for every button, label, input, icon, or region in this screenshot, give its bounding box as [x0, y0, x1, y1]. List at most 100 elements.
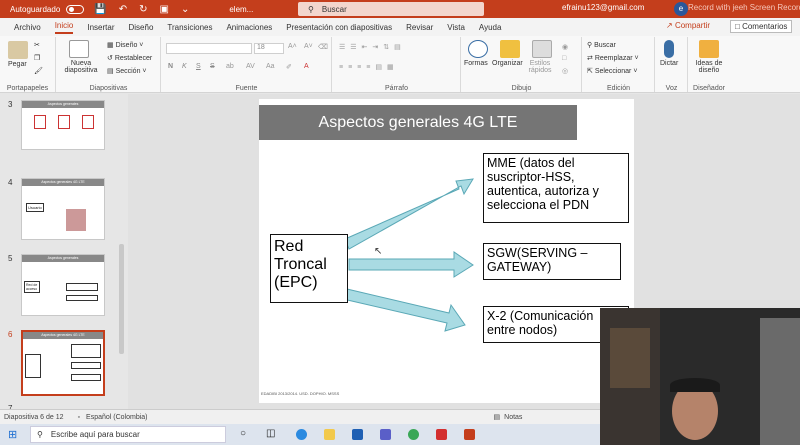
cortana-icon[interactable]: ○	[240, 428, 246, 439]
file-explorer-icon[interactable]	[324, 429, 335, 440]
epc-box[interactable]: Red Troncal (EPC)	[270, 234, 348, 303]
design-ideas-icon[interactable]	[699, 40, 719, 58]
thumb-title: Aspectos generales 4G LTE	[23, 332, 103, 339]
format-painter-icon[interactable]: 🖌	[34, 67, 43, 75]
thumb-shape	[82, 115, 94, 129]
select-button[interactable]: ⇱ Seleccionar ˅	[587, 67, 637, 75]
tab-animaciones[interactable]: Animaciones	[226, 23, 272, 32]
quick-styles-icon[interactable]	[532, 40, 552, 58]
thumb-image	[66, 209, 86, 231]
italic-button[interactable]: K	[182, 63, 187, 70]
fill-icon[interactable]: ◉	[562, 43, 568, 51]
task-view-icon[interactable]: ◫	[266, 428, 275, 439]
shrink-font-icon[interactable]: A˅	[304, 43, 313, 50]
taskbar-search[interactable]: ⚲ Escribe aquí para buscar	[30, 426, 226, 443]
paragraph-label: Párrafo	[385, 85, 408, 92]
current-slide[interactable]: Aspectos generales 4G LTE Red Troncal (E…	[259, 99, 634, 403]
share-button[interactable]: ↗ Compartir	[666, 21, 710, 30]
shadow-icon[interactable]: ab	[226, 63, 234, 70]
align-icons[interactable]: ≡≡≡≡▤▦	[339, 63, 399, 71]
section-button[interactable]: ▤ Sección ˅	[107, 67, 147, 75]
thumb-box	[66, 295, 98, 301]
redo-icon[interactable]: ↻	[139, 4, 147, 15]
start-presentation-icon[interactable]: ▣	[160, 4, 169, 15]
powerpoint-icon[interactable]	[464, 429, 475, 440]
shapes-label[interactable]: Formas	[464, 60, 488, 67]
tab-diseno[interactable]: Diseño	[129, 23, 154, 32]
spellcheck-icon[interactable]: ▫	[78, 414, 80, 421]
change-case-icon[interactable]: Aa	[266, 63, 275, 70]
strike-button[interactable]: S	[210, 63, 215, 70]
editing-label: Edición	[607, 85, 630, 92]
arrange-icon[interactable]	[500, 40, 520, 58]
cut-icon[interactable]: ✂	[34, 41, 40, 49]
design-ideas-label[interactable]: Ideas de diseño	[691, 60, 727, 74]
shapes-icon[interactable]	[468, 40, 488, 58]
tab-revisar[interactable]: Revisar	[406, 23, 433, 32]
slide-counter: Diapositiva 6 de 12	[4, 413, 64, 421]
windows-start-icon[interactable]: ⊞	[8, 428, 17, 441]
arrange-label[interactable]: Organizar	[492, 60, 523, 67]
font-size-select[interactable]: 18	[254, 43, 284, 54]
underline-button[interactable]: S	[196, 63, 201, 70]
save-icon[interactable]: 💾	[94, 4, 106, 15]
tab-transiciones[interactable]: Transiciones	[167, 23, 212, 32]
thumb-title: Aspectos generales	[22, 101, 104, 108]
comments-button[interactable]: □ Comentarios	[730, 20, 793, 33]
undo-icon[interactable]: ↶	[119, 4, 127, 15]
find-button[interactable]: ⚲ Buscar	[587, 41, 616, 49]
qat-more-icon[interactable]: ⌄	[181, 4, 189, 15]
thumbnail-slide-3[interactable]: Aspectos generales	[21, 100, 105, 150]
effects-icon[interactable]: ◎	[562, 67, 568, 75]
paste-label[interactable]: Pegar	[8, 61, 27, 68]
reset-button[interactable]: ↺ Restablecer	[107, 54, 152, 62]
microphone-icon[interactable]	[664, 40, 674, 58]
autosave-toggle[interactable]	[66, 4, 85, 14]
thumbnail-scrollbar[interactable]	[119, 244, 124, 354]
grow-font-icon[interactable]: A˄	[288, 43, 297, 50]
bold-button[interactable]: N	[168, 63, 173, 70]
thumbnail-slide-4[interactable]: Aspectos generales 4G LTE Usuario	[21, 178, 105, 240]
mme-box[interactable]: MME (datos del suscriptor-HSS, autentica…	[483, 153, 629, 223]
user-email[interactable]: efrainu123@gmail.com	[562, 3, 644, 12]
notes-button[interactable]: Notas	[504, 414, 522, 421]
arrow-to-mme	[344, 178, 474, 250]
highlight-icon[interactable]: ✐	[286, 63, 292, 71]
new-slide-icon[interactable]	[69, 40, 89, 58]
teams-icon[interactable]	[380, 429, 391, 440]
list-icons[interactable]: ☰☰⇤⇥⇅▤	[339, 43, 406, 51]
tab-archivo[interactable]: Archivo	[14, 23, 41, 32]
thumbnail-slide-6[interactable]: Aspectos generales 4G LTE	[21, 330, 105, 396]
group-editing: ⚲ Buscar ⇄ Reemplazar ˅ ⇱ Seleccionar ˅ …	[583, 37, 655, 92]
replace-button[interactable]: ⇄ Reemplazar ˅	[587, 54, 639, 62]
paste-icon[interactable]	[8, 41, 28, 59]
tab-inicio[interactable]: Inicio	[54, 21, 74, 34]
edge-icon[interactable]	[296, 429, 307, 440]
dictate-label[interactable]: Dictar	[660, 60, 678, 67]
thumbnail-slide-5[interactable]: Aspectos generales Red de acceso	[21, 254, 105, 316]
thumb-box	[66, 283, 98, 291]
new-slide-label[interactable]: Nueva diapositiva	[61, 60, 101, 74]
group-clipboard: Pegar ✂ ❐ 🖌 Portapapeles	[0, 37, 56, 92]
slide-thumbnail-pane[interactable]: 3 Aspectos generales 4 Aspectos generale…	[0, 94, 128, 413]
quick-styles-label[interactable]: Estilos rápidos	[524, 60, 556, 74]
font-family-select[interactable]	[166, 43, 252, 54]
tab-vista[interactable]: Vista	[447, 23, 465, 32]
outline-icon[interactable]: □	[562, 55, 566, 62]
tab-ayuda[interactable]: Ayuda	[479, 23, 502, 32]
layout-button[interactable]: ▦ Diseño ˅	[107, 41, 143, 49]
recorder-icon[interactable]	[436, 429, 447, 440]
tab-presentacion[interactable]: Presentación con diapositivas	[286, 23, 392, 32]
font-color-icon[interactable]: A	[304, 63, 309, 70]
language-label[interactable]: Español (Colombia)	[86, 414, 147, 421]
clear-format-icon[interactable]: ⌫	[318, 43, 328, 51]
store-icon[interactable]	[352, 429, 363, 440]
notes-icon[interactable]: ▤	[494, 413, 501, 421]
sgw-box[interactable]: SGW(SERVING – GATEWAY)	[483, 243, 621, 280]
copy-icon[interactable]: ❐	[34, 54, 40, 62]
tab-insertar[interactable]: Insertar	[87, 23, 114, 32]
char-spacing-icon[interactable]: AV	[246, 63, 255, 70]
search-box[interactable]: ⚲ Buscar	[298, 2, 484, 16]
chrome-icon[interactable]	[408, 429, 419, 440]
avatar[interactable]: e	[674, 2, 688, 16]
